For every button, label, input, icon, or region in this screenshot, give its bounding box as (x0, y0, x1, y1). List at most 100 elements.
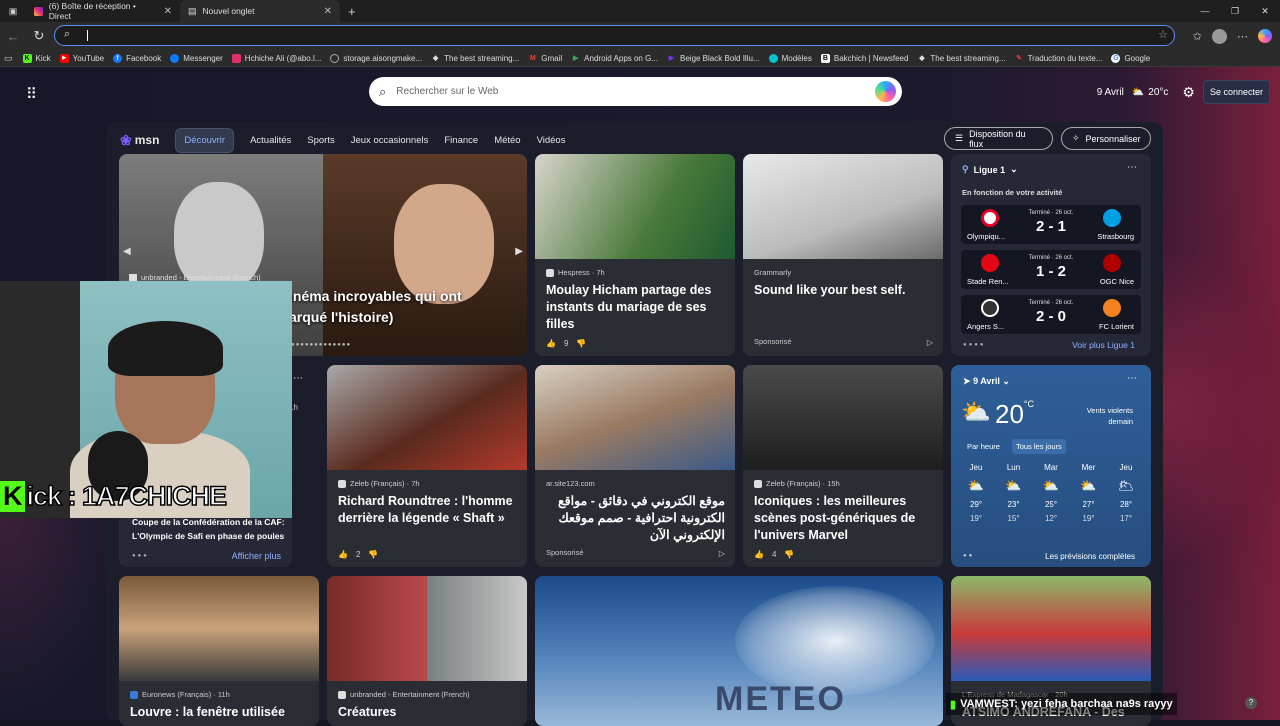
pagination-dots[interactable]: ●●●● (963, 342, 986, 348)
tab-new[interactable]: ▤ Nouvel onglet ✕ (180, 0, 340, 22)
ligue-header[interactable]: ⚲ Ligue 1 ⌄ (962, 164, 1018, 175)
msn-logo[interactable]: ❀ msn (120, 132, 159, 149)
video-card[interactable]: METEO (535, 576, 943, 726)
bookmark-instagram[interactable]: Hchiche Ali (@abo.l... (231, 53, 321, 63)
card-reactions: 👍 4 👎 (754, 550, 794, 559)
dislike-icon[interactable]: 👎 (576, 339, 586, 348)
bookmark-modeles[interactable]: Modèles (768, 53, 812, 63)
back-icon[interactable]: ← (0, 29, 26, 44)
ad-choices-icon[interactable]: ▷ (927, 338, 933, 347)
bookmark-android[interactable]: ▶ Android Apps on G... (571, 54, 658, 63)
bookmarks-bar: ▭ K Kick ▶ YouTube f Facebook Messenger Hch… (0, 50, 1280, 67)
match-row[interactable]: Terminé · 26 oct. 2 - 0 Angers S... FC L… (961, 295, 1141, 334)
hero-title[interactable]: inéma incroyables qui ont arqué l'histoir… (289, 286, 462, 328)
carousel-dots[interactable]: ●●●●●●●●●●●●● (291, 342, 351, 348)
bookmark-youtube[interactable]: ▶ YouTube (59, 53, 104, 63)
more-options-icon[interactable]: ⋯ (293, 373, 303, 384)
bookmark-facebook[interactable]: f Facebook (113, 53, 161, 63)
close-tab-icon[interactable]: ✕ (324, 6, 332, 17)
kick-handle-text: ick : 1A7CHICHE (26, 480, 228, 512)
ad-choices-icon[interactable]: ▷ (719, 549, 725, 558)
tab-daily[interactable]: Tous les jours (1011, 439, 1066, 454)
pagination-dots[interactable]: ●●● (132, 553, 149, 559)
tab-actualites[interactable]: Actualités (250, 135, 291, 146)
card-image (535, 154, 735, 259)
tab-sports[interactable]: Sports (307, 135, 334, 146)
tab-decouvrir[interactable]: Découvrir (175, 127, 235, 153)
bookmark-kick[interactable]: K Kick (22, 53, 51, 63)
match-row[interactable]: Terminé · 26 oct. 1 - 2 Stade Ren... OGC… (961, 250, 1141, 289)
news-card[interactable]: Hespress · 7h Moulay Hicham partage des … (535, 154, 735, 356)
dislike-icon[interactable]: 👎 (784, 550, 794, 559)
dislike-icon[interactable]: 👎 (368, 550, 378, 559)
sponsored-card[interactable]: ar.site123.com موقع الكتروني في دقائق - … (535, 365, 735, 567)
bookmark-streaming-2[interactable]: ◆ The best streaming... (917, 54, 1005, 63)
layout-button[interactable]: ☰ Disposition du flux (944, 127, 1053, 150)
card-title[interactable]: موقع الكتروني في دقائق - مواقع الكترونية… (546, 493, 725, 544)
bookmark-translate[interactable]: ✎ Traduction du texte... (1015, 54, 1102, 63)
bookmark-storage[interactable]: storage.aisongmake... (330, 53, 422, 63)
bookmark-canva[interactable]: ▶ Beige Black Bold Illu... (667, 54, 760, 63)
copilot-icon[interactable] (875, 81, 896, 102)
carousel-next-icon[interactable]: ▶ (515, 246, 523, 257)
profile-avatar[interactable] (1212, 28, 1227, 44)
web-search-box[interactable]: ⌕ Rechercher sur le Web (369, 77, 902, 106)
like-icon[interactable]: 👍 (546, 339, 556, 348)
show-more-link[interactable]: Afficher plus (232, 551, 281, 561)
full-forecast-link[interactable]: Les prévisions complètes (1045, 552, 1135, 561)
match-row[interactable]: Terminé · 26 oct. 2 - 1 Olympiqu... Stra… (961, 205, 1141, 244)
bookmark-streaming[interactable]: ◆ The best streaming... (431, 54, 519, 63)
apps-grid-icon[interactable]: ⠿ (26, 85, 38, 103)
address-input[interactable]: ⌕ ☆ (54, 25, 1175, 46)
tab-instagram[interactable]: (6) Boîte de réception • Direct ✕ (26, 0, 180, 22)
favorites-icon[interactable]: ✩ (1193, 30, 1202, 43)
copilot-icon[interactable] (1258, 29, 1272, 43)
tab-videos[interactable]: Vidéos (537, 135, 566, 146)
card-title[interactable]: Sound like your best self. (754, 282, 933, 299)
pagination-dots[interactable]: ●● (963, 553, 974, 559)
news-card[interactable]: Zeleb (Français) · 15h Iconiques : les m… (743, 365, 943, 567)
minimize-icon[interactable]: — (1190, 0, 1220, 22)
news-card[interactable]: unbranded - Entertainment (French) Créat… (327, 576, 527, 726)
carousel-prev-icon[interactable]: ◀ (123, 246, 131, 257)
more-menu-icon[interactable]: ⋯ (1237, 30, 1248, 43)
tab-hourly[interactable]: Par heure (963, 439, 1004, 454)
weather-alert[interactable]: Vents violents demain (1087, 405, 1133, 427)
new-tab-button[interactable]: + (348, 4, 356, 19)
personalize-button[interactable]: ✧ Personnaliser (1061, 127, 1151, 150)
sign-in-button[interactable]: Se connecter (1202, 80, 1270, 104)
weather-widget[interactable]: ➤ 9 Avril ⌄ ⋯ ⛅ 20°C Vents violents demai… (951, 365, 1151, 567)
bookmarks-menu-icon[interactable]: ▭ (4, 53, 13, 64)
tab-jeux[interactable]: Jeux occasionnels (351, 135, 429, 146)
more-options-icon[interactable]: ⋯ (1127, 373, 1137, 384)
like-icon[interactable]: 👍 (754, 550, 764, 559)
close-tab-icon[interactable]: ✕ (164, 6, 172, 17)
favorite-star-icon[interactable]: ☆ (1158, 28, 1168, 41)
weather-temp: 20°C (995, 399, 1034, 430)
news-card[interactable]: Zeleb (Français) · 7h Richard Roundtree … (327, 365, 527, 567)
card-title[interactable]: Coupe de la Confédération de la CAF: L'O… (132, 515, 292, 543)
card-title[interactable]: Louvre : la fenêtre utilisée (130, 704, 309, 721)
bookmark-messenger[interactable]: Messenger (170, 53, 223, 63)
reload-icon[interactable]: ↻ (26, 28, 52, 44)
close-window-icon[interactable]: ✕ (1250, 0, 1280, 22)
settings-gear-icon[interactable]: ⚙ (1182, 84, 1195, 101)
weather-header[interactable]: ➤ 9 Avril ⌄ (963, 376, 1010, 387)
like-icon[interactable]: 👍 (338, 550, 348, 559)
bookmark-gmail[interactable]: M Gmail (528, 54, 562, 63)
card-title[interactable]: Moulay Hicham partage des instants du ma… (546, 282, 725, 333)
card-title[interactable]: Créatures (338, 704, 517, 721)
sponsored-card[interactable]: Grammarly Sound like your best self. Spo… (743, 154, 943, 356)
bookmark-bakchich[interactable]: B Bakchich | Newsfeed (820, 53, 908, 63)
see-more-ligue1-link[interactable]: Voir plus Ligue 1 (1072, 340, 1135, 350)
card-title[interactable]: Richard Roundtree : l'homme derrière la … (338, 493, 517, 527)
help-icon[interactable]: ? (1245, 697, 1257, 709)
tab-meteo[interactable]: Météo (494, 135, 520, 146)
card-title[interactable]: Iconiques : les meilleures scènes post-g… (754, 493, 933, 544)
more-options-icon[interactable]: ⋯ (1127, 162, 1137, 173)
tab-finance[interactable]: Finance (444, 135, 478, 146)
tab-actions-icon[interactable]: ▣ (0, 6, 26, 17)
news-card[interactable]: Euronews (Français) · 11h Louvre : la fe… (119, 576, 319, 726)
maximize-icon[interactable]: ❐ (1220, 0, 1250, 22)
bookmark-google[interactable]: G Google (1111, 53, 1150, 63)
